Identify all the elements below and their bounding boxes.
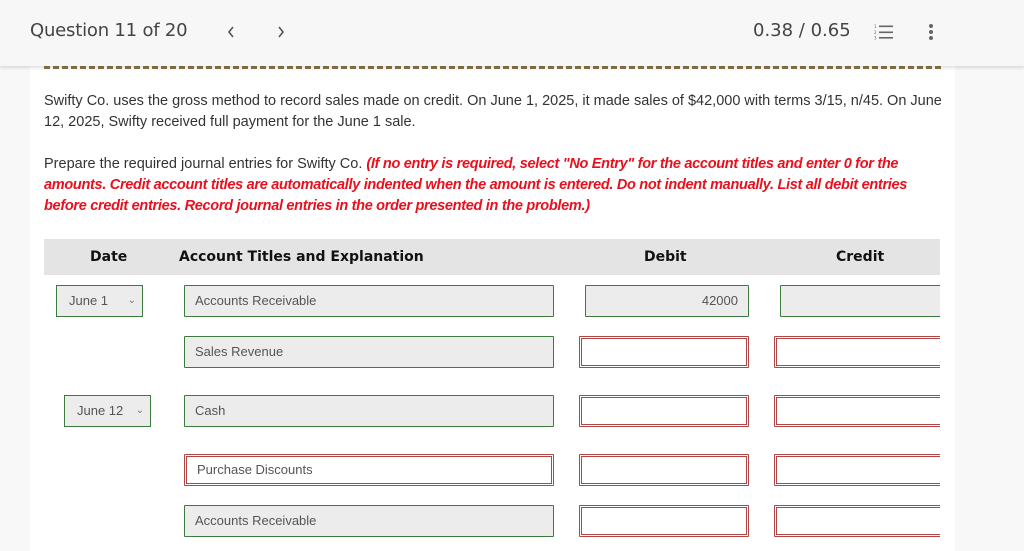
chevron-left-icon: [227, 26, 234, 38]
account-title-input[interactable]: Accounts Receivable: [184, 505, 554, 537]
date-select-value: June 12: [77, 403, 124, 418]
divider: [44, 66, 941, 69]
question-counter: Question 11 of 20: [30, 20, 188, 41]
debit-input[interactable]: [579, 395, 749, 427]
chevron-right-icon: [278, 26, 285, 38]
credit-input[interactable]: [774, 395, 940, 427]
question-content: Swifty Co. uses the gross method to reco…: [30, 66, 955, 551]
date-select-value: June 1: [69, 293, 109, 308]
journal-table-header: Date Account Titles and Explanation Debi…: [44, 239, 940, 275]
previous-question-button[interactable]: [221, 20, 241, 44]
problem-statement: Swifty Co. uses the gross method to reco…: [44, 93, 942, 130]
credit-input[interactable]: [774, 505, 940, 537]
header-debit: Debit: [644, 249, 687, 265]
instructions: Prepare the required journal entries for…: [44, 154, 924, 217]
credit-input[interactable]: [774, 454, 940, 486]
svg-text:3: 3: [874, 36, 877, 41]
next-question-button[interactable]: [271, 20, 291, 44]
instruction-lead: Prepare the required journal entries for…: [44, 156, 367, 172]
more-vertical-icon[interactable]: [927, 23, 935, 41]
debit-input[interactable]: 42000: [585, 285, 749, 317]
debit-input[interactable]: [579, 454, 749, 486]
date-select[interactable]: June 1 ⌄: [56, 285, 143, 317]
account-title-input[interactable]: Accounts Receivable: [184, 285, 554, 317]
numbered-list-icon[interactable]: 1 2 3: [874, 24, 894, 41]
credit-input[interactable]: [780, 285, 940, 317]
account-title-input[interactable]: Sales Revenue: [184, 336, 554, 368]
svg-text:2: 2: [874, 30, 877, 35]
svg-text:1: 1: [874, 24, 877, 29]
header-date: Date: [90, 249, 128, 265]
account-title-input[interactable]: Purchase Discounts: [184, 454, 554, 486]
debit-input[interactable]: [579, 336, 749, 368]
credit-input[interactable]: [774, 336, 940, 368]
date-select[interactable]: June 12 ⌄: [64, 395, 151, 427]
account-title-input[interactable]: Cash: [184, 395, 554, 427]
debit-input[interactable]: [579, 505, 749, 537]
score-display: 0.38 / 0.65: [753, 20, 851, 41]
chevron-down-icon: ⌄: [127, 295, 136, 306]
header-credit: Credit: [836, 249, 885, 265]
chevron-down-icon: ⌄: [135, 405, 144, 416]
question-header: Question 11 of 20 0.38 / 0.65 1 2 3: [0, 0, 1024, 66]
header-account: Account Titles and Explanation: [179, 249, 424, 265]
